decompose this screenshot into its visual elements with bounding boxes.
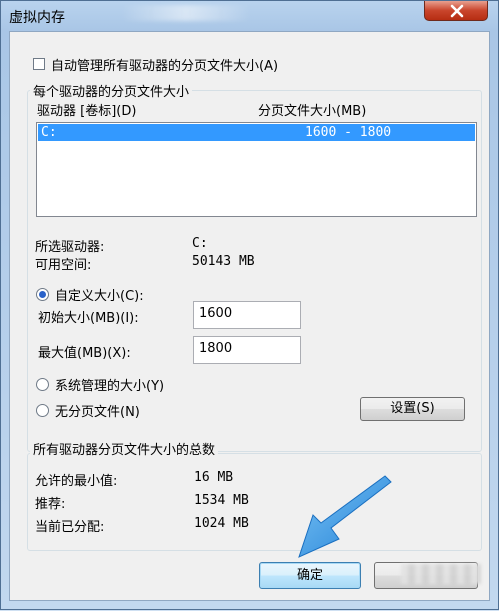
annotation-arrow-icon bbox=[298, 475, 392, 558]
virtual-memory-window: 虚拟内存 自动管理所有驱动器的分页文件大小(A) 每个驱动器的分页文件大小 驱动… bbox=[0, 0, 499, 610]
